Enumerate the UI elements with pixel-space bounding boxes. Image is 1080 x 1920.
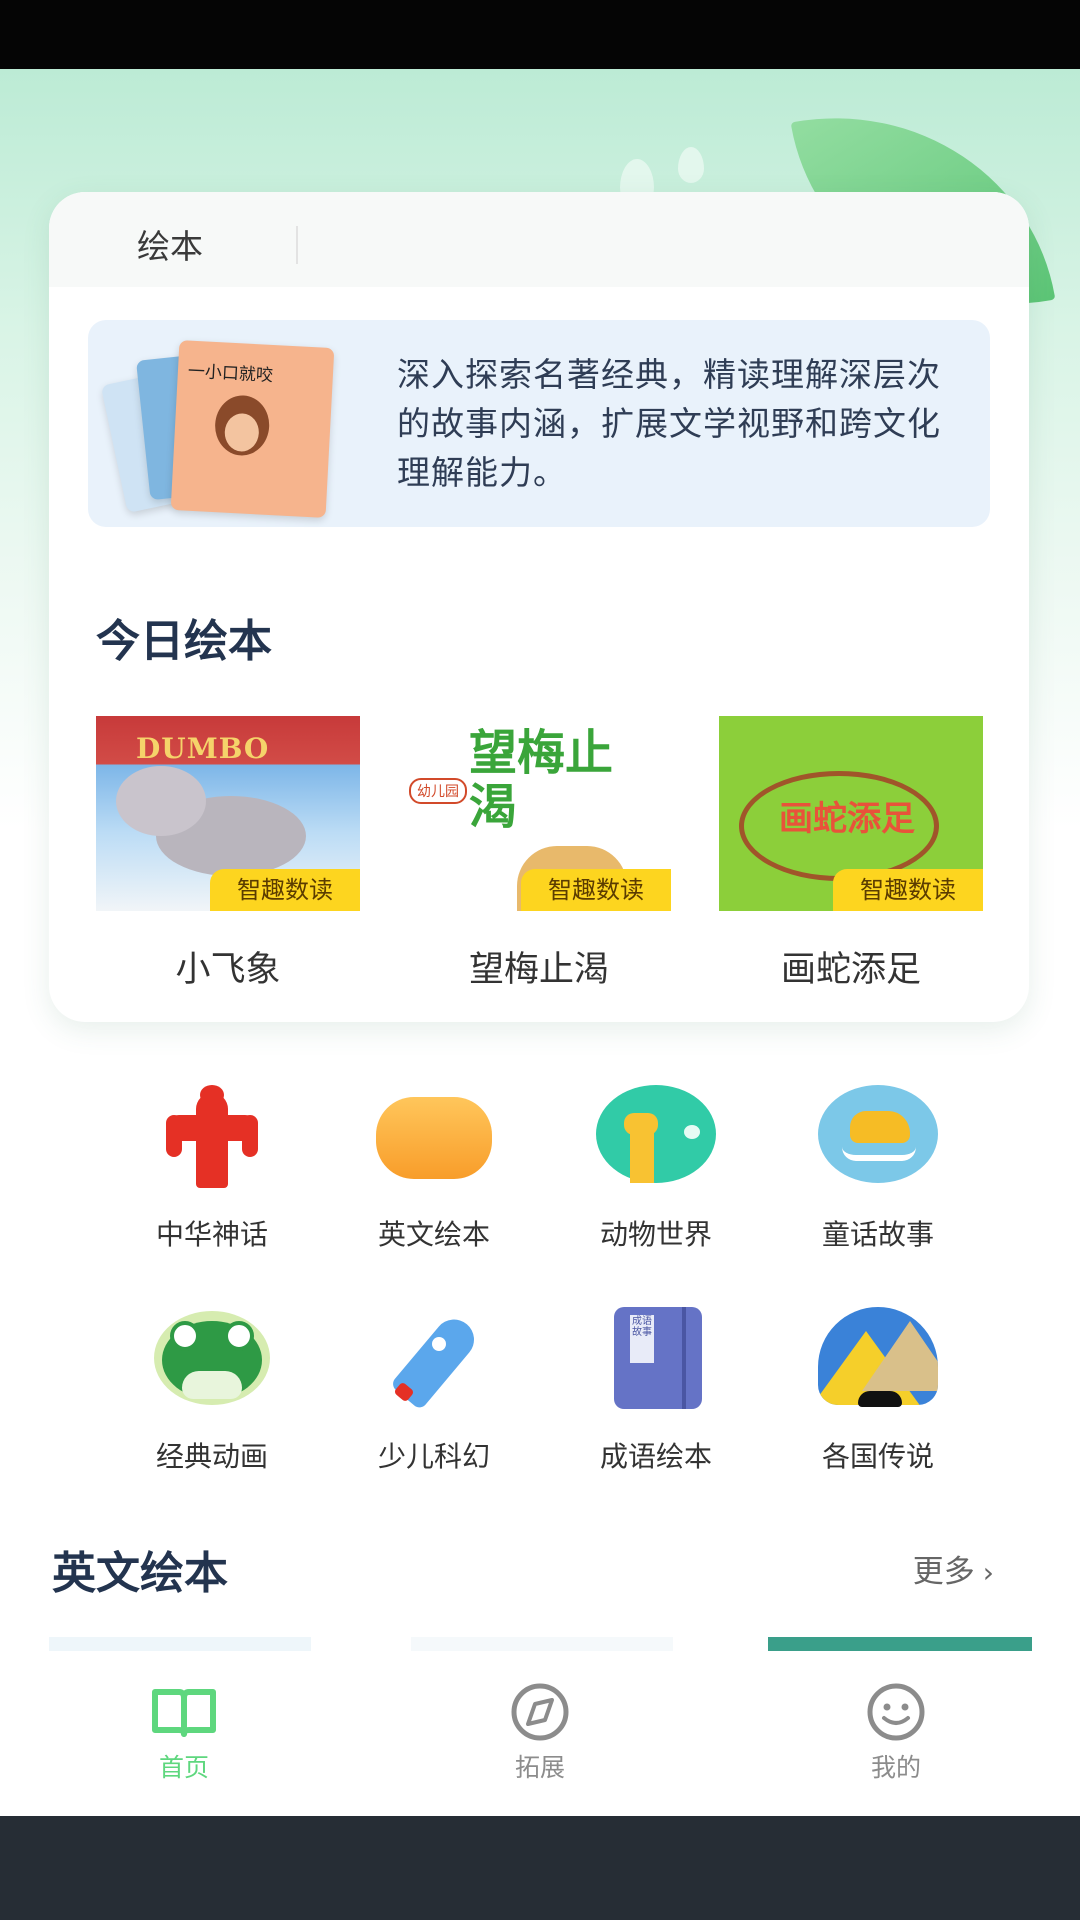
book-card-wangmei[interactable]: 幼儿园 望梅止渴 智趣数读 望梅止渴 — [407, 716, 671, 992]
category-label: 少儿科幻 — [377, 1440, 490, 1473]
category-label: 成语绘本 — [599, 1440, 712, 1473]
giraffe-icon — [596, 1085, 716, 1195]
cover-title: 望梅止渴 — [469, 725, 614, 835]
status-bar — [0, 0, 1080, 69]
category-tab-bar: 绘本 — [49, 192, 1029, 287]
carousel-strip — [49, 1637, 311, 1651]
rocking-horse-icon — [818, 1085, 938, 1195]
carousel-strip-active — [768, 1637, 1032, 1651]
category-animal-world[interactable]: 动物世界 — [556, 1085, 756, 1253]
book-cover-dumbo: DUMBO 智趣数读 — [96, 716, 360, 911]
picture-book-card: 绘本 一小口就咬 深入探索名著经典，精读理解深层次的故事内涵，扩展文学视野和跨文… — [49, 192, 1029, 1022]
nav-label: 首页 — [158, 1753, 209, 1782]
carousel-strip — [411, 1637, 673, 1651]
nav-home[interactable]: 首页 — [114, 1682, 254, 1784]
cover-tag: 幼儿园 — [409, 778, 467, 804]
smile-face-icon — [867, 1683, 925, 1741]
book-cover-huashe: 画蛇添足 智趣数读 — [719, 716, 983, 911]
chevron-right-icon: › — [982, 1556, 994, 1589]
category-english-book[interactable]: 英文绘本 — [334, 1085, 534, 1253]
cover-title: DUMBO — [136, 732, 270, 765]
badge-smart-reading: 智趣数读 — [521, 869, 671, 911]
girl-face-illustration — [213, 394, 271, 457]
category-classic-animation[interactable]: 经典动画 — [112, 1307, 312, 1475]
category-label: 中华神话 — [155, 1218, 268, 1251]
intro-description: 深入探索名著经典，精读理解深层次的故事内涵，扩展文学视野和跨文化理解能力。 — [397, 355, 941, 492]
book-card-huashe[interactable]: 画蛇添足 智趣数读 画蛇添足 — [719, 716, 983, 992]
idiom-book-icon: 成语故事 — [596, 1307, 716, 1417]
pyramid-camel-icon — [818, 1307, 938, 1417]
category-idiom-book[interactable]: 成语故事 成语绘本 — [556, 1307, 756, 1475]
category-label: 经典动画 — [155, 1440, 268, 1473]
category-chinese-myth[interactable]: 中华神话 — [112, 1085, 312, 1253]
tab-picture-book[interactable]: 绘本 — [137, 220, 203, 268]
red-figure-icon — [152, 1085, 272, 1195]
english-books-heading: 英文绘本 — [52, 1548, 228, 1599]
books-stack-illustration: 一小口就咬 — [100, 340, 343, 518]
book-cover-title: 一小口就咬 — [187, 361, 274, 386]
intro-banner[interactable]: 一小口就咬 深入探索名著经典，精读理解深层次的故事内涵，扩展文学视野和跨文化理解… — [88, 320, 990, 527]
frog-icon — [152, 1307, 272, 1417]
elephant-ear-illustration — [116, 766, 206, 836]
tab-divider — [296, 226, 298, 264]
nav-label: 拓展 — [514, 1753, 565, 1782]
badge-smart-reading: 智趣数读 — [833, 869, 983, 911]
nav-label: 我的 — [870, 1753, 921, 1782]
book-card-dumbo[interactable]: DUMBO 智趣数读 小飞象 — [96, 716, 360, 992]
nav-explore[interactable]: 拓展 — [470, 1682, 610, 1784]
compass-icon — [511, 1683, 569, 1741]
rocket-icon — [374, 1307, 494, 1417]
book-title: 画蛇添足 — [780, 950, 921, 990]
category-label: 童话故事 — [821, 1218, 934, 1251]
bottom-nav: 首页 拓展 我的 — [0, 1672, 1080, 1816]
more-link[interactable]: 更多 › — [913, 1546, 994, 1591]
category-world-legends[interactable]: 各国传说 — [778, 1307, 978, 1475]
badge-smart-reading: 智趣数读 — [210, 869, 360, 911]
home-page: 绘本 一小口就咬 深入探索名著经典，精读理解深层次的故事内涵，扩展文学视野和跨文… — [0, 69, 1080, 1816]
today-books-heading: 今日绘本 — [96, 616, 272, 667]
water-drop-decoration — [678, 147, 704, 183]
book-title: 小飞象 — [175, 950, 281, 990]
system-navigation-bar — [0, 1816, 1080, 1920]
book-cover-wangmei: 幼儿园 望梅止渴 智趣数读 — [407, 716, 671, 911]
book-spine-text: 成语故事 — [632, 1316, 652, 1338]
category-label: 各国传说 — [821, 1440, 934, 1473]
category-label: 英文绘本 — [377, 1218, 490, 1251]
category-fairy-tale[interactable]: 童话故事 — [778, 1085, 978, 1253]
more-label: 更多 — [912, 1554, 975, 1590]
book-open-icon — [152, 1689, 216, 1737]
cover-title: 画蛇添足 — [779, 799, 915, 839]
category-kids-scifi[interactable]: 少儿科幻 — [334, 1307, 534, 1475]
nav-mine[interactable]: 我的 — [826, 1682, 966, 1784]
book-cover-front: 一小口就咬 — [170, 340, 335, 518]
orange-sofa-icon — [374, 1085, 494, 1195]
category-label: 动物世界 — [599, 1218, 712, 1251]
book-title: 望梅止渴 — [468, 950, 609, 990]
